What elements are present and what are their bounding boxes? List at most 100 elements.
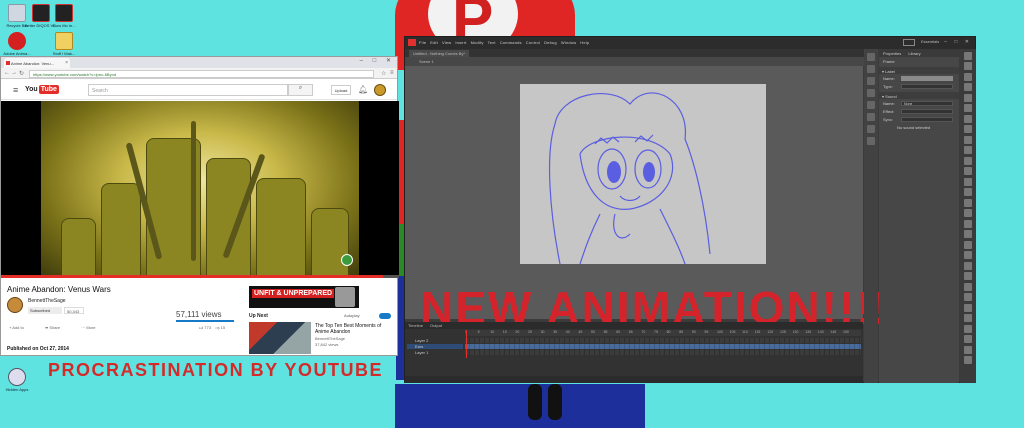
menu-item-commands[interactable]: Commands	[500, 40, 522, 45]
layer-frames[interactable]	[465, 338, 861, 343]
menu-item-insert[interactable]: Insert	[455, 40, 466, 45]
search-button[interactable]: ⌕	[288, 84, 313, 96]
tool-icon[interactable]	[964, 335, 972, 343]
account-avatar[interactable]	[374, 84, 386, 96]
panel-icon[interactable]	[867, 125, 875, 133]
channel-watermark[interactable]	[341, 254, 353, 266]
dislike-button[interactable]: 👎︎ 15	[215, 325, 225, 330]
star-icon[interactable]: ☆	[381, 70, 386, 77]
window-controls[interactable]: – □ ✕	[944, 39, 972, 45]
layer-row[interactable]: Layer 2	[407, 338, 463, 343]
layer-frames[interactable]	[465, 344, 861, 349]
desktop-icon-hidden-apps[interactable]: Hidden Apps	[0, 368, 34, 392]
sync-select[interactable]	[901, 117, 953, 122]
notifications-bell-icon[interactable]: 🔔︎	[358, 85, 368, 94]
menu-icon[interactable]: ≡	[390, 70, 394, 76]
tool-icon[interactable]	[964, 282, 972, 291]
scene-label[interactable]: Scene 1	[419, 59, 434, 64]
tab-library[interactable]: Library	[908, 51, 920, 56]
desktop-icon-folder[interactable]: Stuff I Mak...	[47, 32, 81, 56]
workspace-switcher[interactable]: Essentials	[921, 39, 939, 44]
channel-name[interactable]: BennettTheSage	[28, 298, 66, 304]
upload-button[interactable]: Upload	[331, 85, 351, 95]
tool-icon[interactable]	[964, 93, 972, 102]
reload-icon[interactable]: ↻	[19, 70, 24, 77]
menu-item-text[interactable]: Text	[488, 40, 496, 45]
tool-icon[interactable]	[964, 114, 972, 123]
layer-frames[interactable]	[465, 350, 861, 355]
tool-icon[interactable]	[964, 72, 972, 81]
tool-icon[interactable]	[964, 303, 972, 312]
tool-icon[interactable]	[964, 135, 972, 144]
tool-icon[interactable]	[964, 198, 972, 207]
menu-item-file[interactable]: File	[419, 40, 426, 45]
tool-icon[interactable]	[964, 156, 972, 165]
document-tab[interactable]: Untitled - Nothing Comes By*	[409, 50, 470, 57]
video-progress-bar[interactable]	[1, 275, 399, 278]
menu-item-edit[interactable]: Edit	[430, 40, 438, 45]
tool-icon[interactable]	[964, 240, 972, 249]
panel-icon[interactable]	[867, 137, 875, 145]
tool-icon[interactable]	[964, 51, 972, 60]
panel-icon[interactable]	[867, 101, 875, 109]
desktop-icon-video-2[interactable]: Slow Mo In...	[47, 4, 81, 28]
panel-icon[interactable]	[867, 53, 875, 61]
tool-icon[interactable]	[964, 251, 972, 259]
tool-icon[interactable]	[964, 62, 972, 70]
frame-ruler[interactable]: 1510152025303540455055606570758085909510…	[465, 330, 861, 336]
share-button[interactable]: ➦ Share	[45, 325, 70, 330]
tab-properties[interactable]: Properties	[883, 51, 901, 56]
tool-icon[interactable]	[964, 219, 972, 228]
like-button[interactable]: 👍︎ 773	[199, 325, 211, 330]
panel-icon[interactable]	[867, 65, 875, 73]
sidebar-banner[interactable]: UNFIT & UNPREPARED	[249, 286, 359, 308]
tool-icon[interactable]	[964, 356, 972, 364]
tool-icon[interactable]	[964, 167, 972, 175]
tab-output[interactable]: Output	[430, 323, 442, 328]
playhead[interactable]	[466, 330, 467, 358]
recommended-thumbnail[interactable]	[249, 322, 311, 354]
video-frame[interactable]	[41, 101, 359, 278]
tool-icon[interactable]	[964, 209, 972, 217]
url-field[interactable]: https://www.youtube.com/watch?v=lprrc-6B…	[29, 70, 374, 78]
frame-type-select[interactable]	[901, 84, 953, 89]
workspace-layout-icon[interactable]	[903, 39, 915, 46]
tool-icon[interactable]	[964, 230, 972, 238]
tool-icon[interactable]	[964, 272, 972, 280]
recommended-title[interactable]: The Top Ten Best Moments of Anime Abando…	[315, 323, 395, 335]
sound-name-select[interactable]: None	[901, 101, 953, 106]
menu-item-debug[interactable]: Debug	[544, 40, 557, 45]
menu-item-view[interactable]: View	[442, 40, 451, 45]
effect-select[interactable]	[901, 109, 953, 114]
tab-timeline[interactable]: Timeline	[408, 323, 423, 328]
forward-icon[interactable]: →	[11, 70, 17, 76]
tool-icon[interactable]	[964, 125, 972, 133]
tool-icon[interactable]	[964, 146, 972, 154]
tool-icon[interactable]	[964, 104, 972, 112]
youtube-logo[interactable]: You Tube	[25, 84, 59, 95]
tool-icon[interactable]	[964, 345, 972, 354]
autoplay-toggle[interactable]	[379, 313, 391, 319]
stage-canvas[interactable]	[520, 84, 766, 264]
sound-section[interactable]: ▾ Sound	[879, 92, 959, 99]
frame-name-field[interactable]	[901, 76, 953, 81]
channel-avatar[interactable]	[7, 297, 23, 313]
layer-row[interactable]: Ears	[407, 344, 463, 349]
window-controls[interactable]: – □ ✕	[360, 57, 395, 64]
tool-icon[interactable]	[964, 324, 972, 333]
tool-icon[interactable]	[964, 188, 972, 196]
tool-icon[interactable]	[964, 177, 972, 186]
menu-item-control[interactable]: Control	[526, 40, 540, 45]
guide-menu-icon[interactable]: ≡	[13, 85, 18, 95]
browser-tab[interactable]: Anime Abandon: Venu... ×	[4, 58, 70, 68]
label-section[interactable]: ▾ Label	[879, 67, 959, 74]
more-button[interactable]: ··· More	[81, 325, 105, 330]
panel-icon[interactable]	[867, 89, 875, 97]
layer-row[interactable]: Layer 1	[407, 350, 463, 355]
close-tab-icon[interactable]: ×	[65, 60, 68, 66]
menu-item-modify[interactable]: Modify	[471, 40, 484, 45]
menu-item-help[interactable]: Help	[580, 40, 589, 45]
menu-item-window[interactable]: Window	[561, 40, 576, 45]
tool-icon[interactable]	[964, 261, 972, 270]
tool-icon[interactable]	[964, 314, 972, 322]
